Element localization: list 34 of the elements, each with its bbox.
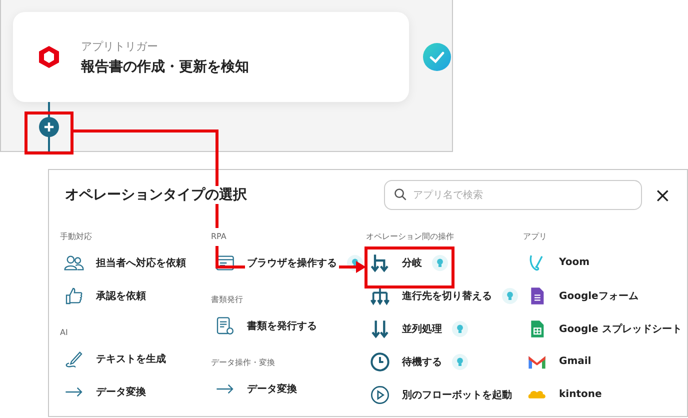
- trigger-card[interactable]: アプリトリガー 報告書の作成・更新を検知: [13, 12, 409, 102]
- close-button[interactable]: ×: [650, 183, 675, 207]
- section-heading: RPA: [211, 228, 230, 246]
- trigger-title: 報告書の作成・更新を検知: [81, 58, 249, 76]
- operation-item[interactable]: 担当者へ対応を依頼: [60, 246, 211, 279]
- operation-item[interactable]: 承認を依頼: [60, 279, 211, 312]
- operation-item[interactable]: Yoom: [523, 246, 687, 279]
- add-step-icon[interactable]: [39, 117, 59, 137]
- operation-item[interactable]: データ変換: [211, 372, 366, 405]
- document-icon: [215, 316, 235, 336]
- parallel-arrows-icon: [370, 318, 390, 338]
- operation-item[interactable]: データ変換: [60, 375, 211, 408]
- split-arrows-icon: [370, 286, 390, 306]
- play-circle-icon: [370, 384, 390, 404]
- operation-item[interactable]: 待機する: [366, 345, 523, 378]
- highlight-frame: [24, 112, 74, 154]
- operation-item[interactable]: テキストを生成: [60, 342, 211, 375]
- trigger-label: アプリトリガー: [81, 38, 159, 54]
- operation-item[interactable]: Google スプレッドシート: [523, 312, 687, 345]
- operation-item[interactable]: 並列処理: [366, 312, 523, 345]
- operation-item[interactable]: ブラウザを操作する: [211, 246, 366, 279]
- search-field[interactable]: アプリ名で検索: [384, 180, 642, 210]
- hexagon-icon: [37, 45, 61, 69]
- operation-item[interactable]: 別のフローボットを起動: [366, 378, 523, 411]
- branch-icon: [370, 252, 390, 272]
- operation-item[interactable]: 書類を発行する: [211, 309, 366, 342]
- pen-icon: [64, 348, 84, 368]
- thumbs-up-icon: [64, 286, 84, 306]
- clock-icon: [370, 352, 390, 372]
- operation-item[interactable]: kintone: [523, 378, 687, 411]
- operation-item[interactable]: 進行先を切り替える: [366, 279, 523, 312]
- operation-item[interactable]: Googleフォーム: [523, 279, 687, 312]
- operation-item[interactable]: Gmail: [523, 345, 687, 378]
- operation-item[interactable]: 分岐: [366, 246, 523, 279]
